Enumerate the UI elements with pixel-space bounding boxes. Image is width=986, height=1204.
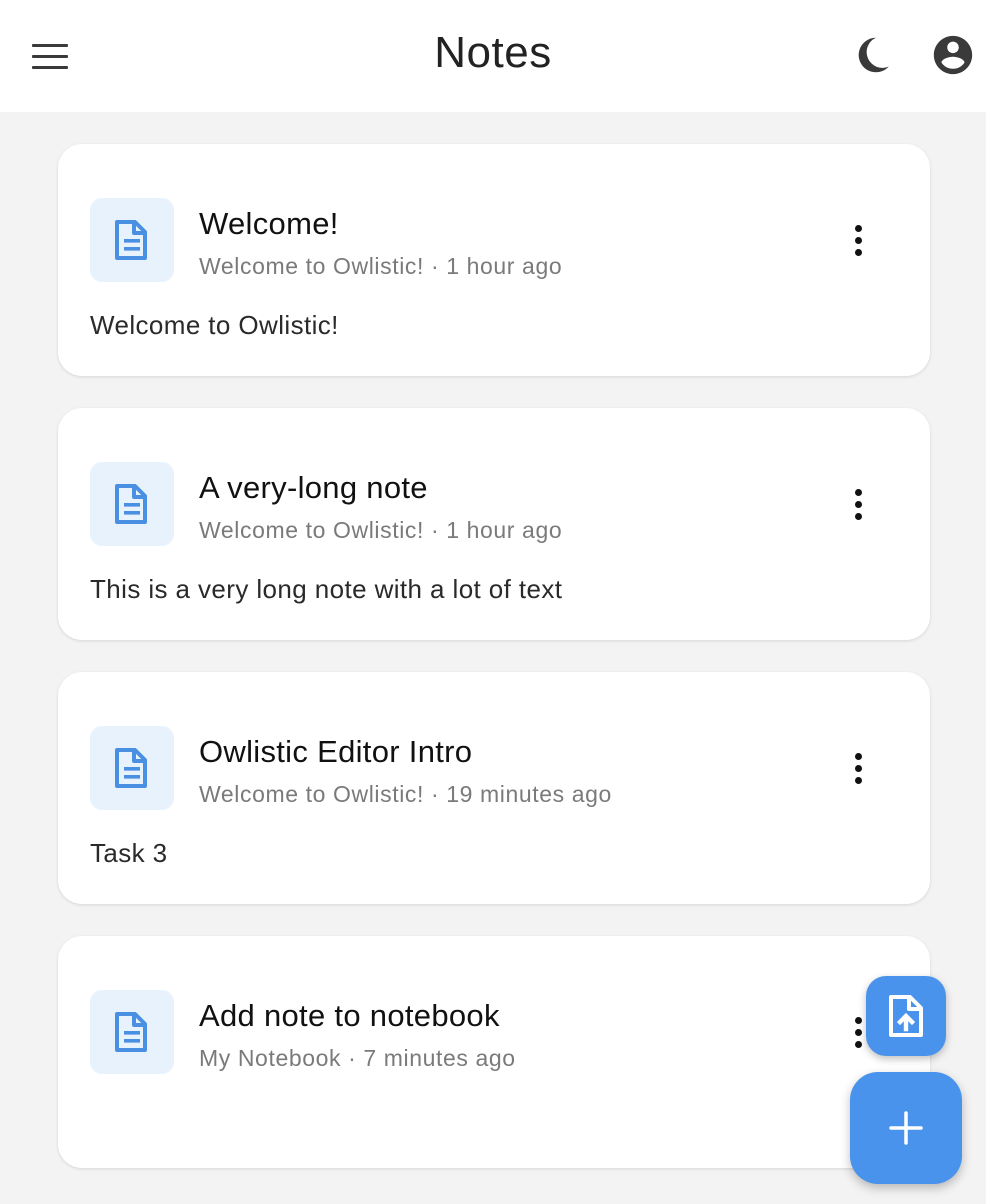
- note-icon-tile: [90, 726, 174, 810]
- file-upload-icon: [889, 995, 923, 1037]
- app-bar: Notes: [0, 0, 986, 112]
- note-options-button[interactable]: [838, 744, 878, 792]
- note-icon-tile: [90, 198, 174, 282]
- note-icon-tile: [90, 462, 174, 546]
- note-card[interactable]: Owlistic Editor Intro Welcome to Owlisti…: [58, 672, 930, 904]
- note-meta: Welcome to Owlistic! · 1 hour ago: [199, 517, 563, 543]
- note-card[interactable]: Add note to notebook My Notebook · 7 min…: [58, 936, 930, 1168]
- document-icon: [115, 484, 147, 524]
- more-vert-icon: [854, 752, 862, 760]
- page-title: Notes: [434, 28, 552, 77]
- dark-mode-moon-icon: [858, 37, 889, 73]
- theme-toggle-button[interactable]: [852, 32, 898, 78]
- document-icon: [115, 1012, 147, 1052]
- note-title: Add note to notebook: [199, 998, 500, 1033]
- note-title: A very-long note: [199, 470, 428, 505]
- more-vert-icon: [854, 1016, 862, 1024]
- note-options-button[interactable]: [838, 216, 878, 264]
- note-options-button[interactable]: [838, 480, 878, 528]
- plus-icon: [889, 1111, 923, 1145]
- note-title: Welcome!: [199, 206, 339, 241]
- note-meta: My Notebook · 7 minutes ago: [199, 1045, 516, 1071]
- note-preview: Task 3: [90, 838, 168, 868]
- account-button[interactable]: [930, 32, 976, 78]
- import-note-button[interactable]: [866, 976, 946, 1056]
- account-circle-icon: [933, 35, 973, 75]
- note-card[interactable]: Welcome! Welcome to Owlistic! · 1 hour a…: [58, 144, 930, 376]
- add-note-button[interactable]: [850, 1072, 962, 1184]
- note-meta: Welcome to Owlistic! · 19 minutes ago: [199, 781, 612, 807]
- note-icon-tile: [90, 990, 174, 1074]
- note-preview: This is a very long note with a lot of t…: [90, 574, 563, 604]
- more-vert-icon: [854, 224, 862, 232]
- note-title: Owlistic Editor Intro: [199, 734, 473, 769]
- document-icon: [115, 220, 147, 260]
- note-card[interactable]: A very-long note Welcome to Owlistic! · …: [58, 408, 930, 640]
- note-meta: Welcome to Owlistic! · 1 hour ago: [199, 253, 563, 279]
- document-icon: [115, 748, 147, 788]
- note-preview: Welcome to Owlistic!: [90, 310, 339, 340]
- more-vert-icon: [854, 488, 862, 496]
